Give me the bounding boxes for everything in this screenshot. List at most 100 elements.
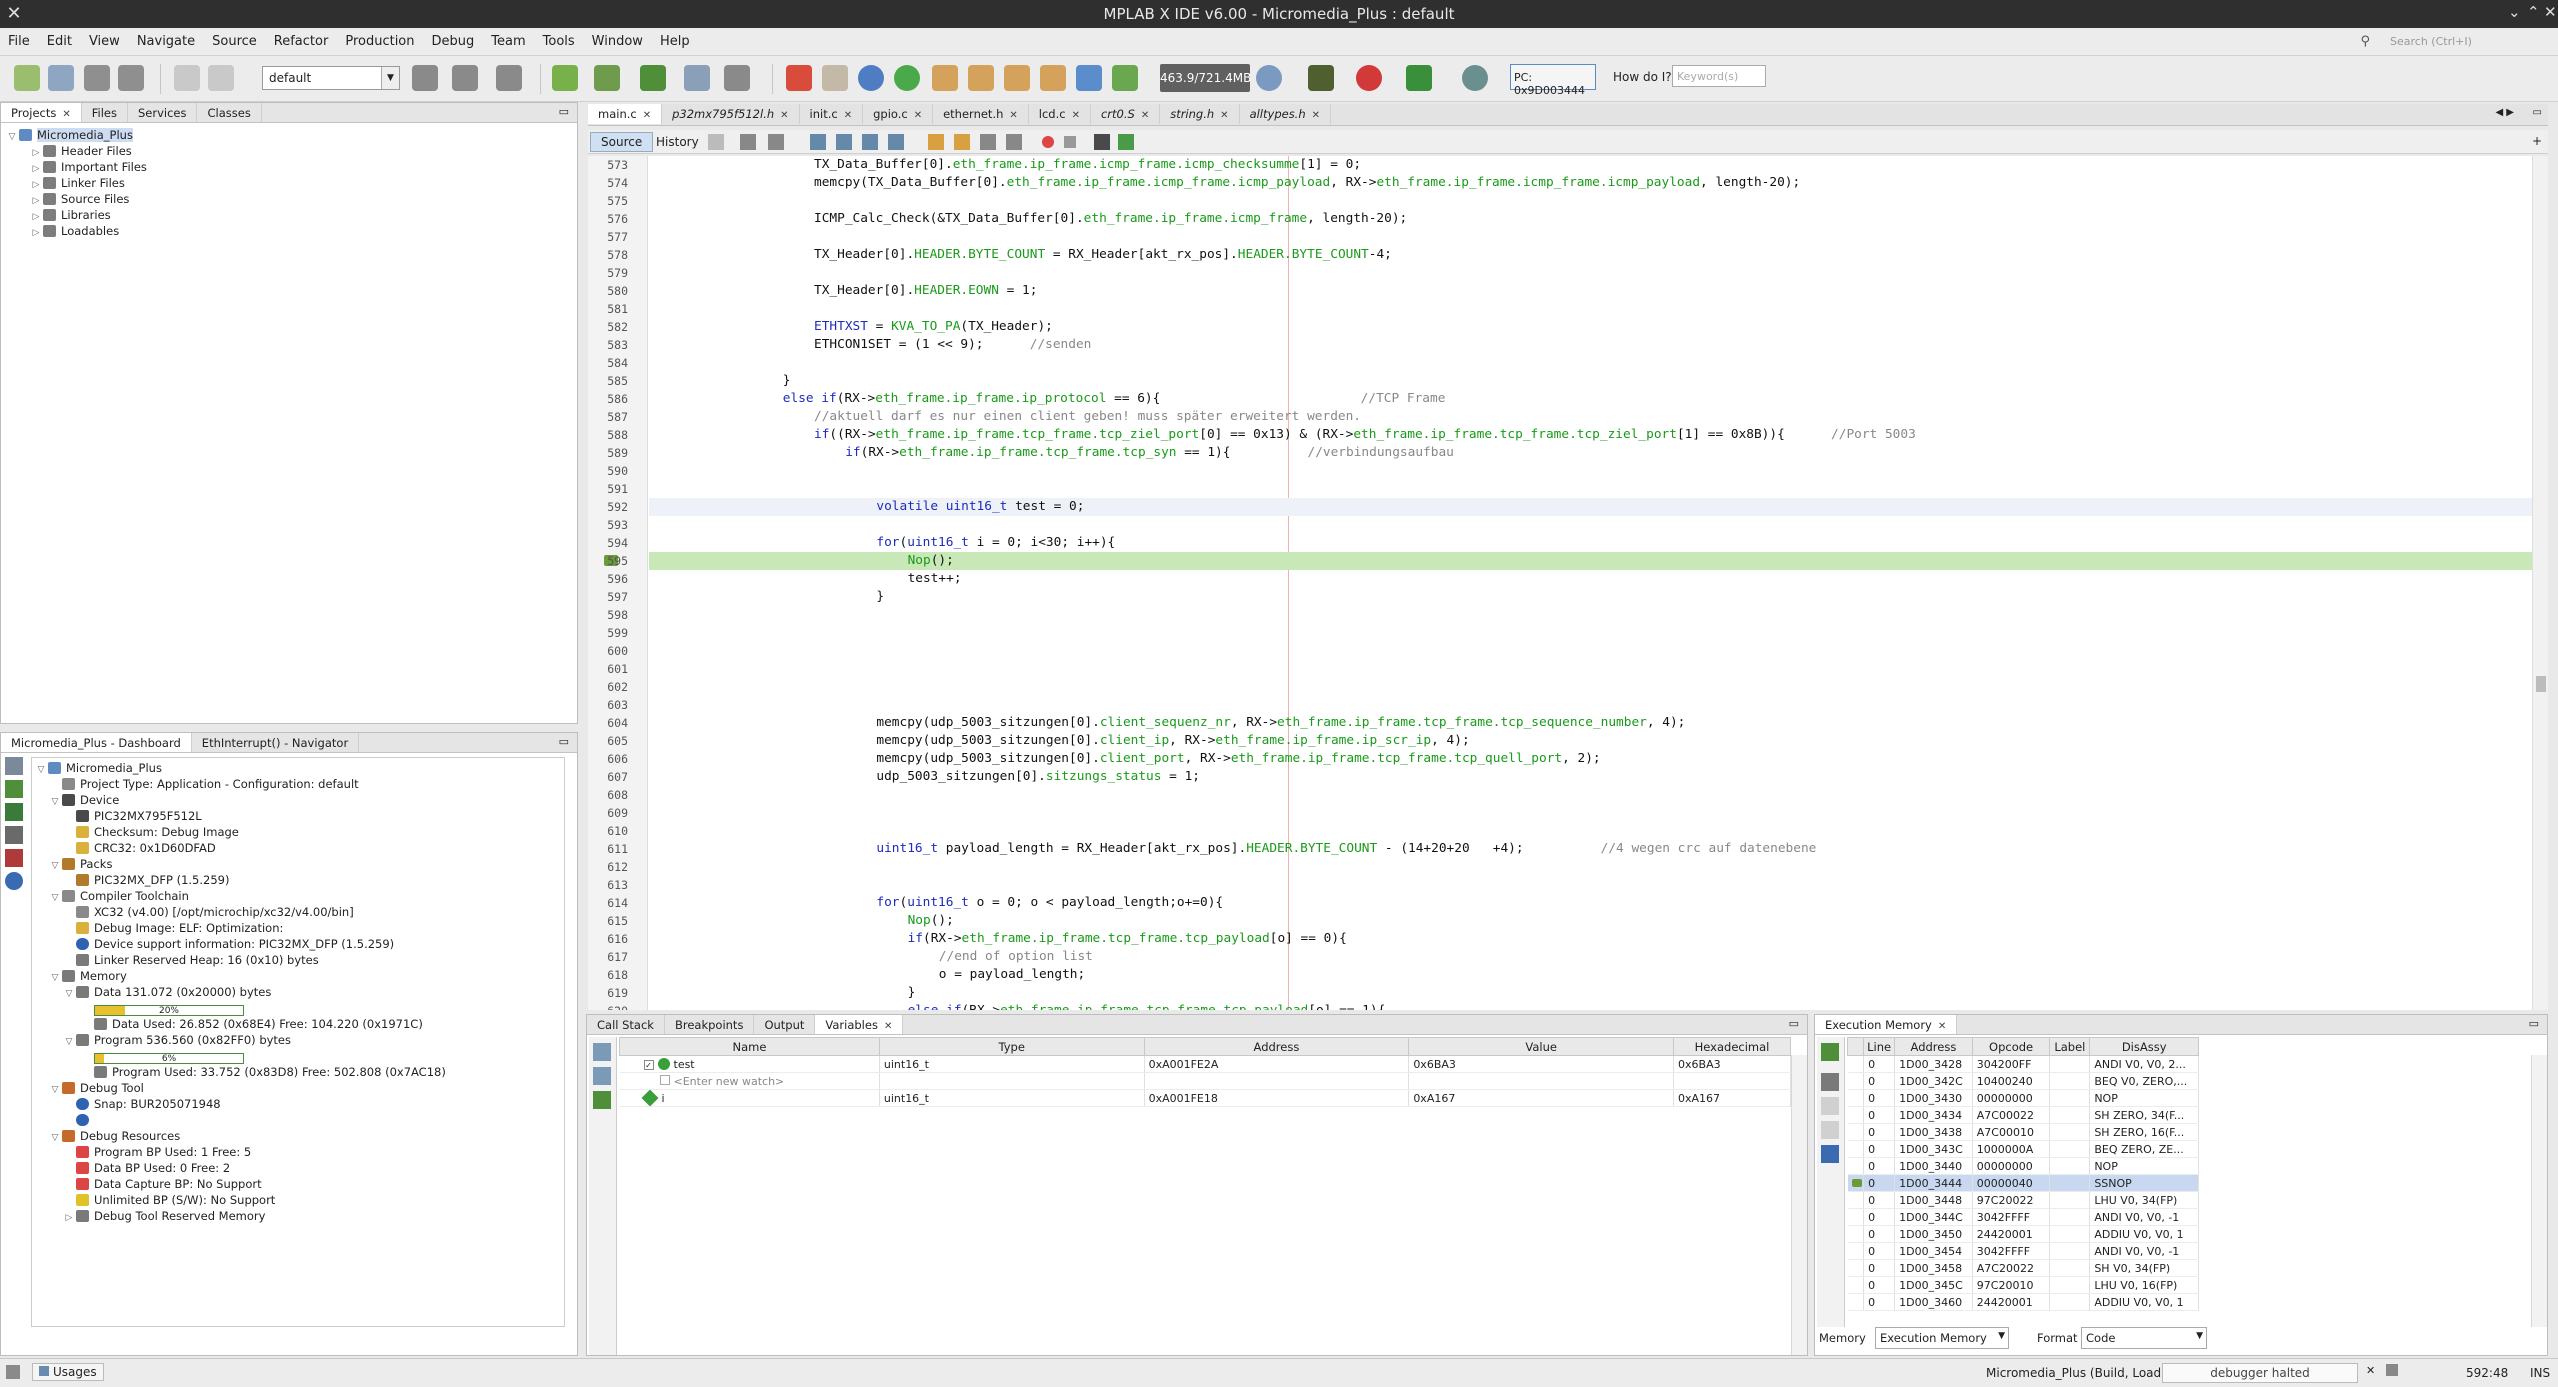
memory-usage-indicator[interactable]: 463.9/721.4MB (1160, 64, 1251, 92)
read-device-icon[interactable] (684, 65, 710, 91)
tab-execution-memory[interactable]: Execution Memory ✕ (1815, 1015, 1958, 1034)
col-disassembly[interactable]: DisAssy (2089, 1037, 2199, 1056)
cart-icon[interactable] (1406, 65, 1432, 91)
step-into-icon[interactable] (968, 65, 994, 91)
tab-services[interactable]: Services (128, 103, 198, 122)
table-row[interactable]: 0 1D00_343C 1000000A BEQ ZERO, ZE... (1847, 1140, 2199, 1158)
device-node[interactable]: ▽ Device (34, 792, 564, 808)
menu-debug[interactable]: Debug (424, 28, 484, 49)
debug-resources-node[interactable]: ▽ Debug Resources (34, 1128, 564, 1144)
checkbox[interactable]: ✓ (643, 1059, 654, 1070)
project-properties-icon[interactable] (412, 65, 438, 91)
tab-breakpoints[interactable]: Breakpoints (665, 1015, 755, 1034)
help-icon[interactable] (5, 872, 23, 890)
table-row[interactable]: 0 1D00_3434 A7C00022 SH ZERO, 34(F... (1847, 1106, 2199, 1124)
memory-chip-icon[interactable] (5, 826, 23, 844)
code-editor[interactable]: 573 TX_Data_Buffer[0].eth_frame.ip_frame.… (588, 156, 2548, 1010)
close-icon[interactable]: ✕ (643, 110, 651, 121)
minimize-panel-icon[interactable]: ▭ (559, 735, 569, 748)
last-edit-icon[interactable] (708, 134, 724, 150)
maximize-editor-icon[interactable]: ▭ (2533, 107, 2542, 118)
pdf-icon[interactable] (5, 849, 23, 867)
minimize-panel-icon[interactable]: ▭ (1789, 1017, 1799, 1030)
new-watch-icon[interactable] (593, 1043, 611, 1061)
col-name[interactable]: Name (619, 1037, 880, 1056)
expand-icon[interactable]: ▷ (29, 225, 43, 241)
col-opcode[interactable]: Opcode (1971, 1037, 2051, 1056)
undo-icon[interactable] (174, 65, 200, 91)
table-row[interactable]: 0 1D00_3444 00000040 SSNOP (1847, 1174, 2199, 1192)
new-runtime-watch-icon[interactable] (593, 1067, 611, 1085)
refresh-icon[interactable] (1821, 1043, 1839, 1061)
tab-navigator[interactable]: EthInterrupt() - Navigator (192, 733, 360, 752)
make-program-icon[interactable] (594, 65, 620, 91)
microchip-icon[interactable] (1356, 65, 1382, 91)
memory-node[interactable]: ▽ Memory (34, 968, 564, 984)
add-icon[interactable]: + (2532, 134, 2542, 148)
shift-right-icon[interactable] (1006, 134, 1022, 150)
goto-address-icon[interactable] (1821, 1073, 1839, 1091)
table-row[interactable]: 0 1D00_342C 10400240 BEQ V0, ZERO,... (1847, 1072, 2199, 1090)
redo-icon[interactable] (208, 65, 234, 91)
shift-left-icon[interactable] (980, 134, 996, 150)
tab-p32mx795f512l-h[interactable]: p32mx795f512l.h ✕ (662, 104, 800, 124)
menu-team[interactable]: Team (483, 28, 534, 49)
properties-icon[interactable] (5, 757, 23, 775)
stop-macro-icon[interactable] (1064, 136, 1076, 148)
keyword-search-input[interactable]: Keyword(s) (1672, 65, 1766, 87)
record-macro-icon[interactable] (1042, 136, 1054, 148)
project-root[interactable]: ▽ Micromedia_Plus (5, 127, 577, 143)
export-icon[interactable] (1821, 1121, 1839, 1139)
col-label[interactable]: Label (2049, 1037, 2091, 1056)
pause-icon[interactable] (822, 65, 848, 91)
import-icon[interactable] (1821, 1097, 1839, 1115)
maximize-icon[interactable]: ⌃ (2527, 3, 2540, 21)
program-memory-node[interactable]: ▽ Program 536.560 (0x82FF0) bytes (34, 1032, 564, 1048)
run-to-cursor-icon[interactable] (1040, 65, 1066, 91)
table-row[interactable]: 0 1D00_3454 3042FFFF ANDI V0, V0, -1 (1847, 1242, 2199, 1260)
tab-call-stack[interactable]: Call Stack (587, 1015, 665, 1034)
exec-memory-scrollbar[interactable] (2531, 1055, 2547, 1327)
menu-edit[interactable]: Edit (39, 28, 81, 49)
garbage-collect-icon[interactable] (1256, 65, 1282, 91)
var-hex[interactable]: 0x6BA3 (1673, 1055, 1791, 1073)
show-locals-icon[interactable] (593, 1091, 611, 1109)
tab-lcd-c[interactable]: lcd.c ✕ (1029, 104, 1091, 124)
menu-refactor[interactable]: Refactor (266, 28, 338, 49)
table-row[interactable]: 0 1D00_3448 97C20022 LHU V0, 34(FP) (1847, 1191, 2199, 1209)
dashboard-root[interactable]: ▽ Micromedia_Plus (34, 760, 564, 776)
memory-type-select[interactable]: Execution Memory ▼ (1875, 1327, 2009, 1349)
new-watch-input[interactable]: <Enter new watch> (674, 1075, 785, 1088)
notifications-icon[interactable] (6, 1365, 20, 1379)
toggle-highlight-icon[interactable] (888, 134, 904, 150)
table-row[interactable]: 0 1D00_3430 00000000 NOP (1847, 1089, 2199, 1107)
table-row[interactable]: 0 1D00_3458 A7C20022 SH V0, 34(FP) (1847, 1259, 2199, 1277)
continue-icon[interactable] (894, 65, 920, 91)
minimize-progress-icon[interactable] (2386, 1364, 2398, 1376)
menu-navigate[interactable]: Navigate (129, 28, 204, 49)
menu-help[interactable]: Help (652, 28, 699, 49)
var-value[interactable]: 0x6BA3 (1408, 1055, 1675, 1073)
col-address[interactable]: Address (1894, 1037, 1973, 1056)
table-row[interactable]: 0 1D00_3428 304200FF ANDI V0, V0, 2... (1847, 1055, 2199, 1073)
table-row[interactable]: 0 1D00_3438 A7C00010 SH ZERO, 16(F... (1847, 1123, 2199, 1141)
table-row[interactable]: 0 1D00_345C 97C20010 LHU V0, 16(FP) (1847, 1276, 2199, 1294)
toggle-bookmark-icon[interactable] (928, 134, 944, 150)
step-over-icon[interactable] (932, 65, 958, 91)
previous-bookmark-icon[interactable] (954, 134, 970, 150)
minimize-panel-icon[interactable]: ▭ (559, 105, 569, 118)
forward-icon[interactable] (768, 134, 784, 150)
close-icon[interactable]: ✕ (914, 110, 922, 121)
var-value[interactable]: 0xA167 (1408, 1089, 1675, 1107)
run-icon[interactable] (552, 65, 578, 91)
debug-project-icon[interactable] (724, 65, 750, 91)
reset-icon[interactable] (858, 65, 884, 91)
col-value[interactable]: Value (1408, 1037, 1675, 1056)
tab-ethernet-h[interactable]: ethernet.h ✕ (933, 104, 1029, 124)
back-icon[interactable] (740, 134, 756, 150)
editor-scrollbar[interactable] (2532, 156, 2548, 1010)
var-address[interactable]: 0xA001FE18 (1144, 1089, 1410, 1107)
menu-file[interactable]: File (0, 28, 39, 49)
table-row[interactable]: 0 1D00_3440 00000000 NOP (1847, 1157, 2199, 1175)
col-line[interactable]: Line (1863, 1037, 1896, 1056)
